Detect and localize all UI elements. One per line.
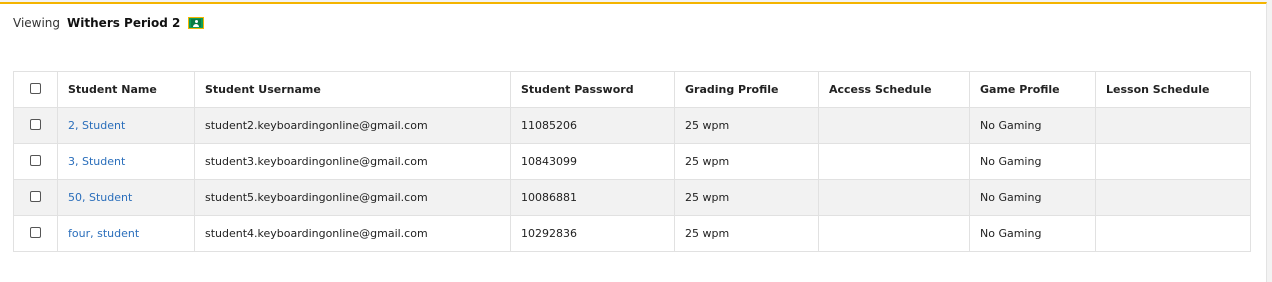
student-name-cell: 2, Student <box>57 107 195 144</box>
column-header-student-name[interactable]: Student Name <box>57 71 195 108</box>
row-select-cell <box>13 215 58 252</box>
student-name-link[interactable]: 2, Student <box>68 119 125 132</box>
column-header-lesson-schedule[interactable]: Lesson Schedule <box>1095 71 1251 108</box>
student-name-cell: 50, Student <box>57 179 195 216</box>
row-checkbox[interactable] <box>30 226 41 238</box>
lesson-schedule-cell <box>1095 107 1251 144</box>
student-password-cell: 10843099 <box>510 143 675 180</box>
game-profile-cell: No Gaming <box>969 215 1096 252</box>
grading-profile-cell: 25 wpm <box>674 107 819 144</box>
table-row: 2, Student student2.keyboardingonline@gm… <box>13 107 1251 144</box>
row-checkbox[interactable] <box>30 190 41 202</box>
column-header-student-username[interactable]: Student Username <box>194 71 511 108</box>
lesson-schedule-cell <box>1095 143 1251 180</box>
lesson-schedule-cell <box>1095 215 1251 252</box>
grading-profile-cell: 25 wpm <box>674 179 819 216</box>
lesson-schedule-cell <box>1095 179 1251 216</box>
access-schedule-cell <box>818 179 970 216</box>
access-schedule-cell <box>818 143 970 180</box>
student-name-link[interactable]: 50, Student <box>68 191 132 204</box>
table-row: 3, Student student3.keyboardingonline@gm… <box>13 143 1251 180</box>
game-profile-cell: No Gaming <box>969 107 1096 144</box>
select-all-checkbox[interactable] <box>30 82 41 94</box>
google-classroom-icon[interactable] <box>188 17 205 29</box>
student-name-link[interactable]: four, student <box>68 227 139 240</box>
column-header-grading-profile[interactable]: Grading Profile <box>674 71 819 108</box>
grading-profile-cell: 25 wpm <box>674 143 819 180</box>
student-username-cell: student3.keyboardingonline@gmail.com <box>194 143 511 180</box>
student-password-cell: 10292836 <box>510 215 675 252</box>
student-username-cell: student4.keyboardingonline@gmail.com <box>194 215 511 252</box>
table-row: four, student student4.keyboardingonline… <box>13 215 1251 252</box>
row-select-cell <box>13 179 58 216</box>
viewing-label: Viewing <box>13 16 61 30</box>
table-header-row: Student Name Student Username Student Pa… <box>13 71 1251 108</box>
student-username-cell: student5.keyboardingonline@gmail.com <box>194 179 511 216</box>
class-name: Withers Period 2 <box>67 16 181 30</box>
grading-profile-cell: 25 wpm <box>674 215 819 252</box>
access-schedule-cell <box>818 107 970 144</box>
select-all-cell <box>13 71 58 108</box>
table-row: 50, Student student5.keyboardingonline@g… <box>13 179 1251 216</box>
row-select-cell <box>13 143 58 180</box>
column-header-game-profile[interactable]: Game Profile <box>969 71 1096 108</box>
viewing-header: Viewing Withers Period 2 <box>13 16 205 30</box>
game-profile-cell: No Gaming <box>969 143 1096 180</box>
column-header-access-schedule[interactable]: Access Schedule <box>818 71 970 108</box>
student-password-cell: 10086881 <box>510 179 675 216</box>
student-name-link[interactable]: 3, Student <box>68 155 125 168</box>
student-password-cell: 11085206 <box>510 107 675 144</box>
row-checkbox[interactable] <box>30 154 41 166</box>
row-checkbox[interactable] <box>30 118 41 130</box>
student-name-cell: four, student <box>57 215 195 252</box>
roster-panel: Viewing Withers Period 2 Student Name St… <box>0 2 1267 282</box>
game-profile-cell: No Gaming <box>969 179 1096 216</box>
student-table: Student Name Student Username Student Pa… <box>13 71 1251 252</box>
column-header-student-password[interactable]: Student Password <box>510 71 675 108</box>
access-schedule-cell <box>818 215 970 252</box>
student-username-cell: student2.keyboardingonline@gmail.com <box>194 107 511 144</box>
student-name-cell: 3, Student <box>57 143 195 180</box>
row-select-cell <box>13 107 58 144</box>
